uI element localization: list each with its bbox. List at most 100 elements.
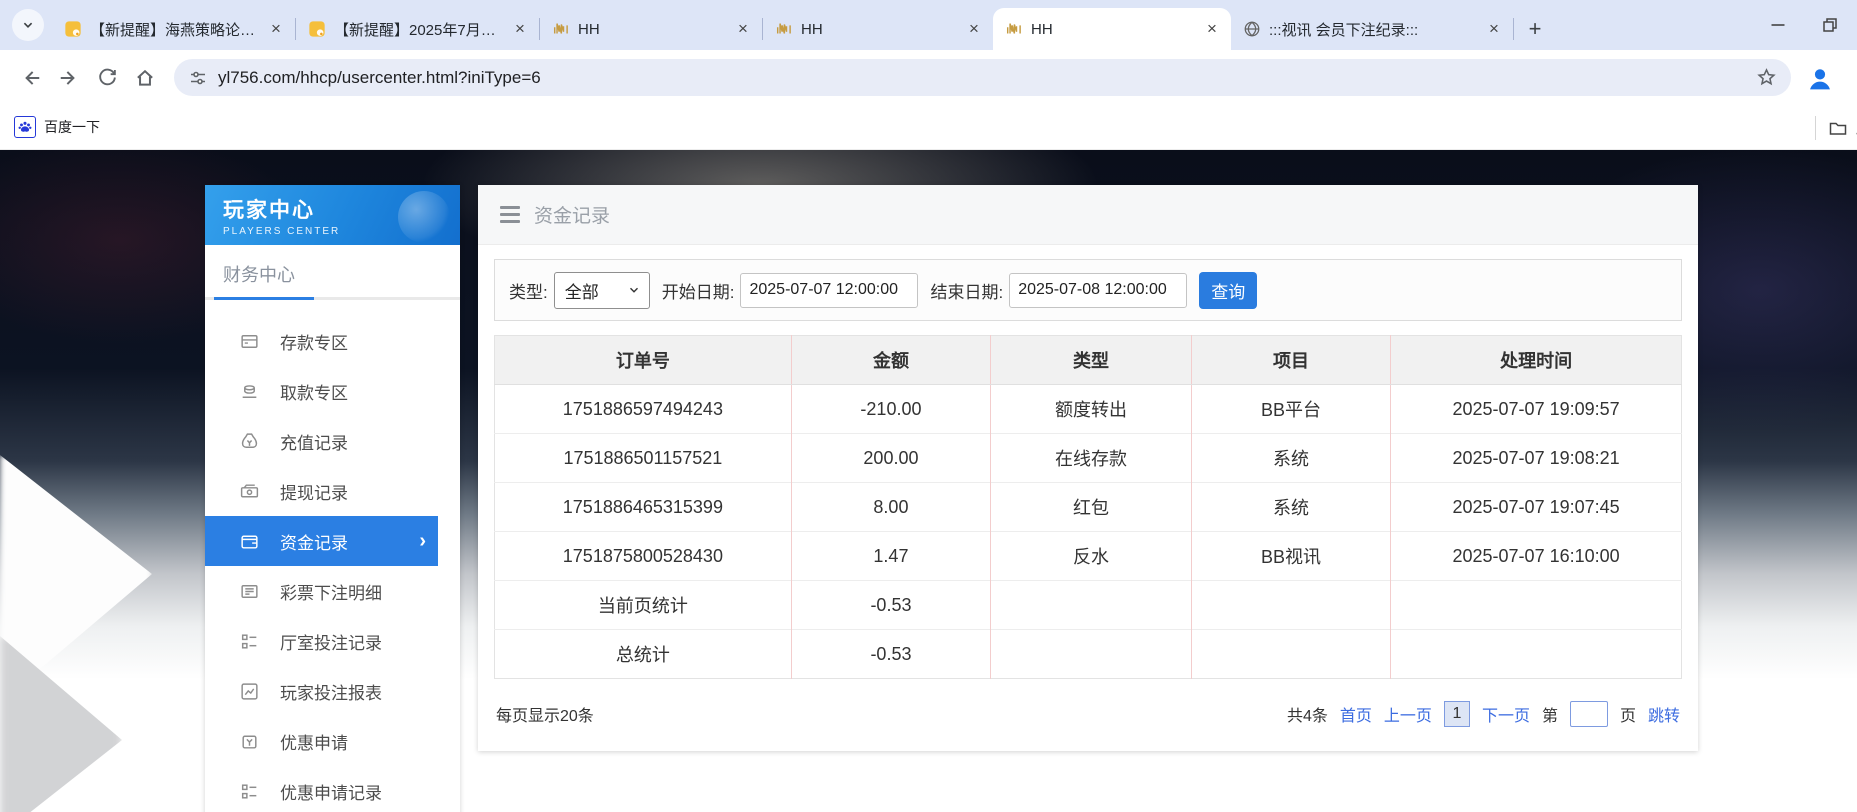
tab-title: HH: [801, 21, 957, 38]
tab-close-icon[interactable]: ×: [267, 20, 285, 38]
table-header-row: 订单号金额类型项目处理时间: [495, 336, 1682, 385]
table-cell: [1191, 581, 1390, 630]
table-cell: [1391, 630, 1682, 679]
report-icon: [239, 681, 260, 702]
sidebar-item-label: 优惠申请记录: [280, 779, 382, 804]
search-button[interactable]: 查询: [1199, 272, 1257, 309]
sidebar-item-promolog[interactable]: 优惠申请记录: [205, 766, 460, 812]
table-cell: 2025-07-07 16:10:00: [1391, 532, 1682, 581]
table-row: 17518864653153998.00红包系统2025-07-07 19:07…: [495, 483, 1682, 532]
table-cell: [991, 581, 1192, 630]
type-select-value: 全部: [565, 278, 599, 303]
sidebar-item-recharge[interactable]: 充值记录: [205, 416, 460, 466]
minimize-button[interactable]: [1765, 12, 1791, 38]
tab-close-icon[interactable]: ×: [511, 20, 529, 38]
sidebar-item-label: 取款专区: [280, 379, 348, 404]
browser-tab[interactable]: HH×: [540, 8, 762, 50]
minimize-icon: [1768, 15, 1788, 35]
forward-button[interactable]: [52, 61, 86, 95]
tab-close-icon[interactable]: ×: [1485, 20, 1503, 38]
panel-body: 类型: 全部 开始日期: 结束日期: 查询 订单号金额类型项目处理时间 1751…: [478, 245, 1698, 751]
table-cell: 红包: [991, 483, 1192, 532]
type-select[interactable]: 全部: [554, 272, 650, 309]
browser-toolbar: yl756.com/hhcp/usercenter.html?iniType=6: [0, 50, 1857, 105]
sidebar-item-hall[interactable]: 厅室投注记录: [205, 616, 460, 666]
select-caret-icon: [627, 283, 641, 297]
home-button[interactable]: [128, 61, 162, 95]
promo-icon: [239, 731, 260, 752]
first-page-link[interactable]: 首页: [1340, 702, 1372, 726]
all-bookmarks-area: 所: [1815, 105, 1857, 150]
browser-tab[interactable]: HH ×: [763, 8, 993, 50]
prev-page-link[interactable]: 上一页: [1384, 702, 1432, 726]
panel-header: 资金记录: [478, 185, 1698, 245]
profile-avatar[interactable]: [1805, 63, 1835, 93]
tab-close-icon[interactable]: ×: [965, 20, 983, 38]
end-date-input[interactable]: [1009, 273, 1187, 308]
filter-bar: 类型: 全部 开始日期: 结束日期: 查询: [494, 259, 1682, 321]
window-controls: [1765, 0, 1857, 50]
sidebar-item-label: 提现记录: [280, 479, 348, 504]
funds-icon: [239, 531, 260, 552]
sidebar-item-label: 资金记录: [280, 529, 348, 554]
url-text[interactable]: yl756.com/hhcp/usercenter.html?iniType=6: [218, 68, 1746, 88]
table-cell: 2025-07-07 19:08:21: [1391, 434, 1682, 483]
back-button[interactable]: [14, 61, 48, 95]
page-viewport: 玩家中心 PLAYERS CENTER 财务中心 存款专区取款专区充值记录提现记…: [0, 150, 1857, 812]
start-date-label: 开始日期:: [662, 278, 735, 303]
table-cell: -0.53: [791, 581, 990, 630]
table-row: 1751886597494243-210.00额度转出BB平台2025-07-0…: [495, 385, 1682, 434]
hh-favicon: [552, 20, 570, 38]
restore-button[interactable]: [1817, 12, 1843, 38]
tabs-container: 【新提醒】海燕策略论坛综×【新提醒】2025年7月5日×HH×HH×HH×:::…: [52, 8, 1514, 50]
table-body: 1751886597494243-210.00额度转出BB平台2025-07-0…: [495, 385, 1682, 679]
globe-favicon: [1243, 20, 1261, 38]
back-icon: [20, 67, 42, 89]
baidu-paw-icon: [14, 116, 36, 138]
table-row: 17518758005284301.47反水BB视讯2025-07-07 16:…: [495, 532, 1682, 581]
table-cell: 1751875800528430: [495, 532, 792, 581]
tab-divider: [1513, 18, 1514, 40]
sidebar-item-cashout[interactable]: 提现记录: [205, 466, 460, 516]
table-cell: 当前页统计: [495, 581, 792, 630]
bookmark-baidu[interactable]: 百度一下: [14, 116, 100, 138]
browser-tab[interactable]: 【新提醒】海燕策略论坛综×: [52, 8, 295, 50]
chevron-down-icon: [19, 16, 37, 34]
sidebar-item-funds[interactable]: 资金记录›: [205, 516, 438, 566]
bookmark-star-icon[interactable]: [1756, 67, 1777, 88]
tab-search-button[interactable]: [12, 9, 44, 41]
reload-button[interactable]: [90, 61, 124, 95]
sidebar-item-report[interactable]: 玩家投注报表: [205, 666, 460, 716]
sidebar-item-deposit[interactable]: 存款专区: [205, 316, 460, 366]
sidebar-section-title: 财务中心: [205, 245, 460, 297]
forum-favicon: [64, 20, 82, 38]
player-center-sidebar: 玩家中心 PLAYERS CENTER 财务中心 存款专区取款专区充值记录提现记…: [205, 185, 460, 812]
browser-tab-active[interactable]: HH ×: [993, 8, 1231, 50]
all-bookmarks-button[interactable]: 所: [1828, 117, 1857, 138]
tab-title: HH: [1031, 21, 1195, 38]
sidebar-item-withdraw[interactable]: 取款专区: [205, 366, 460, 416]
sidebar-item-promo[interactable]: 优惠申请: [205, 716, 460, 766]
tab-close-icon[interactable]: ×: [734, 20, 752, 38]
jump-page-input[interactable]: [1570, 701, 1608, 727]
restore-icon: [1820, 15, 1840, 35]
tab-close-icon[interactable]: ×: [1203, 20, 1221, 38]
next-page-link[interactable]: 下一页: [1482, 702, 1530, 726]
start-date-input[interactable]: [740, 273, 918, 308]
page-title: 资金记录: [534, 201, 610, 228]
browser-tab[interactable]: :::视讯 会员下注纪录:::×: [1231, 8, 1513, 50]
table-cell: [991, 630, 1192, 679]
table-row: 总统计-0.53: [495, 630, 1682, 679]
address-bar[interactable]: yl756.com/hhcp/usercenter.html?iniType=6: [174, 59, 1791, 96]
hamburger-icon[interactable]: [500, 206, 520, 223]
new-tab-button[interactable]: +: [1520, 14, 1550, 44]
table-cell: 总统计: [495, 630, 792, 679]
jump-link[interactable]: 跳转: [1648, 702, 1680, 726]
browser-tab[interactable]: 【新提醒】2025年7月5日×: [296, 8, 539, 50]
sidebar-section-underline: [205, 297, 460, 300]
sidebar-item-lottery[interactable]: 彩票下注明细: [205, 566, 460, 616]
page-size-text: 每页显示20条: [496, 702, 594, 726]
sidebar-item-label: 彩票下注明细: [280, 579, 382, 604]
sidebar-body: 财务中心 存款专区取款专区充值记录提现记录资金记录› 彩票下注明细厅室投注记录玩家…: [205, 245, 460, 812]
recharge-icon: [239, 431, 260, 452]
